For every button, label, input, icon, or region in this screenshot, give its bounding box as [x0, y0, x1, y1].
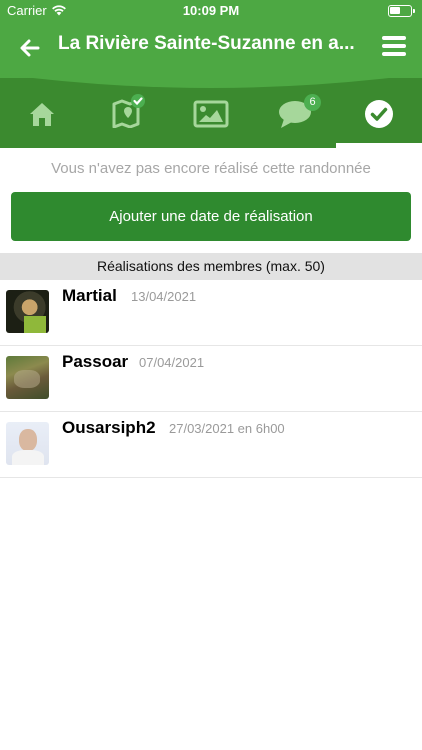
add-completion-date-button[interactable]: Ajouter une date de réalisation	[11, 192, 411, 241]
member-date: 07/04/2021	[139, 355, 205, 370]
list-item[interactable]: Martial 13/04/2021	[0, 280, 422, 346]
member-name: Martial	[62, 286, 117, 305]
not-completed-notice: Vous n'avez pas encore réalisé cette ran…	[51, 160, 371, 177]
tab-map[interactable]	[84, 78, 168, 148]
tab-home[interactable]	[0, 78, 84, 148]
battery-icon	[388, 5, 415, 17]
home-icon	[30, 103, 54, 126]
avatar	[6, 356, 49, 399]
back-arrow-icon[interactable]	[16, 34, 44, 62]
avatar	[6, 422, 49, 465]
list-item[interactable]: Ousarsiph2 27/03/2021 en 6h00	[0, 412, 422, 478]
avatar	[6, 290, 49, 333]
member-date: 13/04/2021	[131, 289, 197, 304]
tab-comments[interactable]: 6	[252, 78, 336, 148]
list-item[interactable]: Passoar 07/04/2021	[0, 346, 422, 412]
comments-badge: 6	[304, 94, 321, 111]
map-check-icon	[112, 94, 145, 128]
hamburger-menu-icon[interactable]	[382, 36, 406, 56]
member-name: Ousarsiph2	[62, 418, 156, 437]
member-name: Passoar	[62, 352, 129, 371]
members-section-header: Réalisations des membres (max. 50)	[0, 253, 422, 280]
check-circle-icon	[365, 100, 393, 128]
clock: 10:09 PM	[182, 3, 240, 18]
tab-done[interactable]	[336, 78, 422, 148]
status-bar: Carrier 10:09 PM	[0, 0, 422, 22]
image-icon	[193, 100, 229, 128]
tab-photos[interactable]	[168, 78, 252, 148]
page-title: La Rivière Sainte-Suzanne en a...	[58, 33, 355, 54]
tab-bar: 6	[0, 72, 422, 148]
member-date: 27/03/2021 en 6h00	[169, 421, 285, 436]
